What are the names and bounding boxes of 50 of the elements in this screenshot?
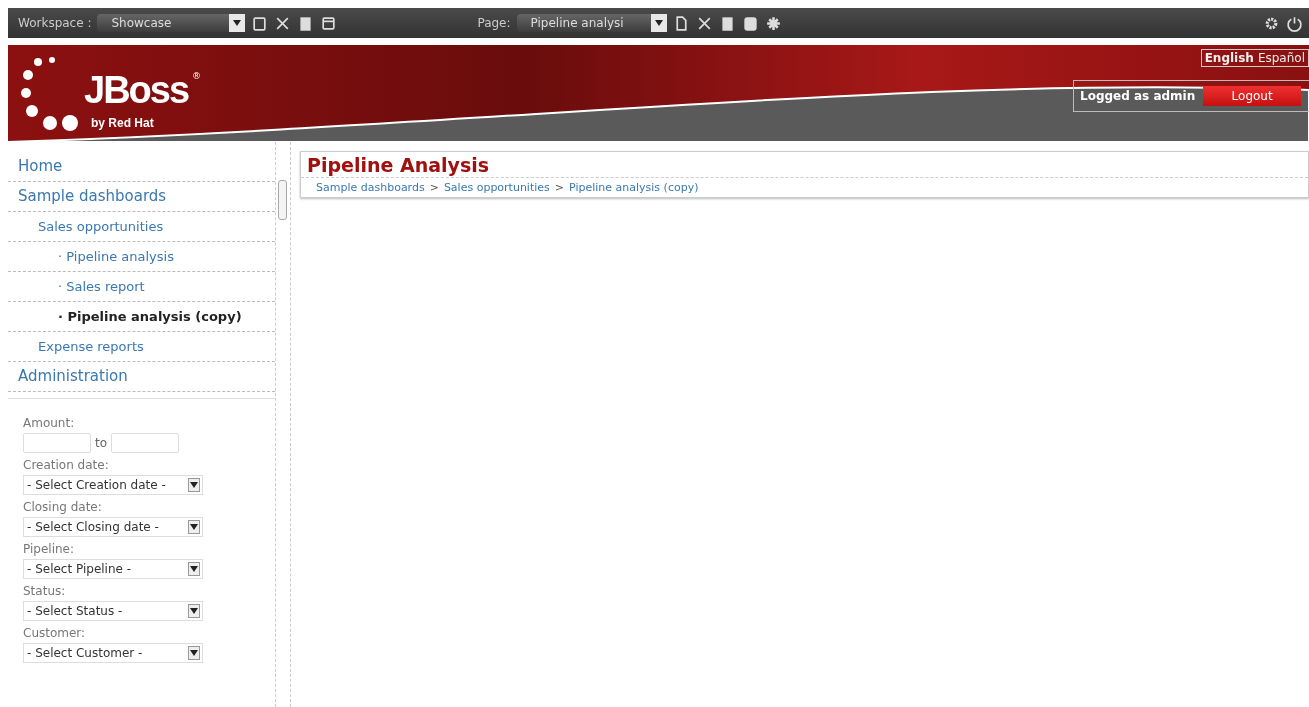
menu-item[interactable]: Sample dashboards [8,182,275,212]
logo-text: JBoss [84,69,189,112]
workspace-label: Workspace : [18,16,92,30]
filter-select[interactable]: - Select Customer - [23,643,203,663]
menu-item[interactable]: · Pipeline analysis (copy) [8,302,275,332]
caret-icon [190,566,198,572]
language-link[interactable]: Español [1257,51,1305,65]
caret-icon [190,650,198,656]
input-field[interactable] [111,433,180,453]
user-label: Logged as admin [1080,89,1196,103]
filter-select[interactable]: - Select Creation date - [23,475,203,495]
asterisk-icon[interactable] [764,14,782,32]
menu-item[interactable]: Expense reports [8,332,275,362]
caret-icon [233,20,242,26]
range-separator: to [95,436,108,450]
breadcrumb-link[interactable]: Sample dashboards [316,181,425,194]
input-field[interactable] [23,433,91,453]
filter-select[interactable]: - Select Pipeline - [23,559,203,579]
breadcrumb-separator: > [429,181,439,194]
window-icon[interactable] [320,14,338,32]
filter-label: Customer: [23,626,87,640]
caret-icon [654,20,663,26]
filter-label: Amount: [23,416,76,430]
workspace-select[interactable]: Showcase [97,14,246,32]
menu-item[interactable]: Home [8,152,275,182]
page-label: Page: [477,16,511,30]
filter-select[interactable]: - Select Status - [23,601,203,621]
caret-icon [190,524,198,530]
breadcrumb-separator: > [554,181,564,194]
filter-label: Status: [23,584,67,598]
power-icon[interactable] [1286,14,1303,32]
page-select[interactable]: Pipeline analysi [516,14,667,32]
caret-icon [190,482,198,488]
menu-item[interactable]: · Pipeline analysis [8,242,275,272]
filter-select[interactable]: - Select Closing date - [23,517,203,537]
breadcrumb-link[interactable]: Sales opportunities [443,181,550,194]
filter-label: Creation date: [23,458,110,472]
menu-item[interactable]: Administration [8,362,275,392]
trademark-sign: ® [192,71,202,81]
logout-button[interactable]: Logout [1203,86,1301,106]
menu-item[interactable]: Sales opportunities [8,212,275,242]
filter-label: Closing date: [23,500,103,514]
language-link[interactable]: English [1204,51,1254,65]
caret-icon [190,608,198,614]
menu-item[interactable]: · Sales report [8,272,275,302]
logo-tagline: by Red Hat [91,116,154,130]
filter-label: Pipeline: [23,542,75,556]
splitter-handle[interactable] [278,180,287,220]
page-title: Pipeline Analysis [301,152,1308,178]
breadcrumb-link[interactable]: Pipeline analysis (copy) [569,181,699,194]
